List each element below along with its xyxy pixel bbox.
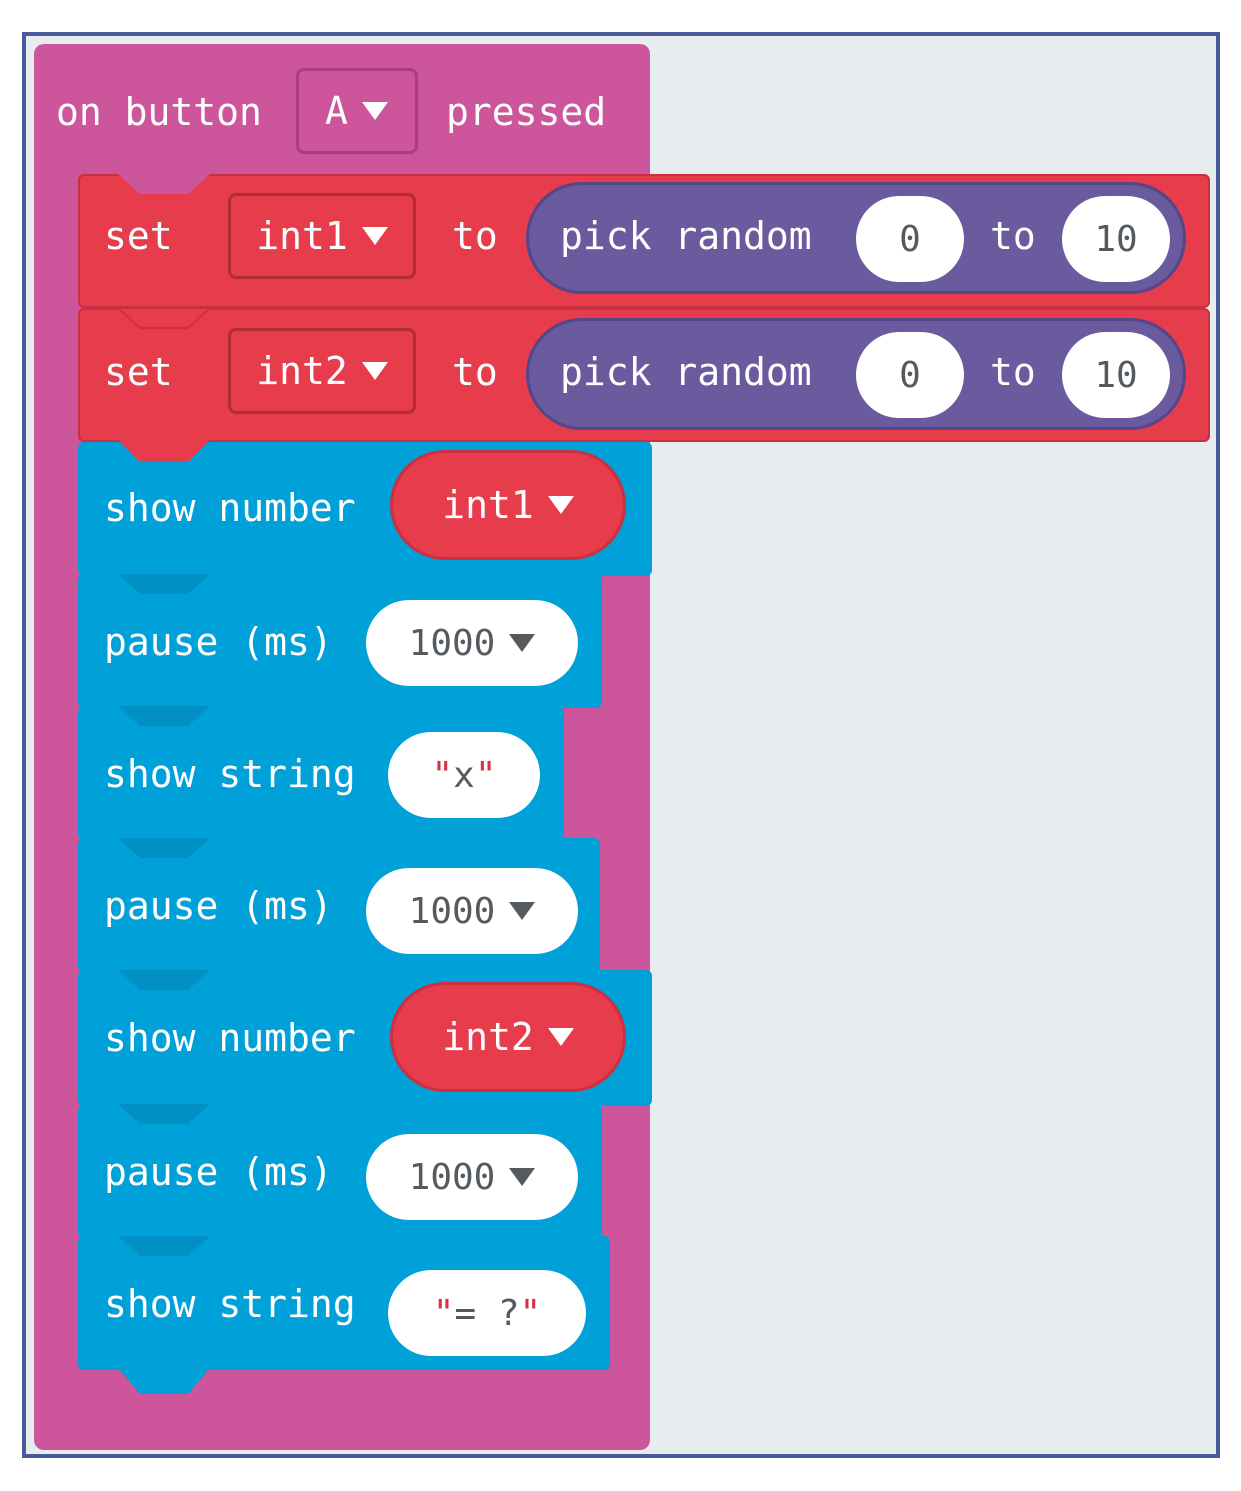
variable-reporter[interactable]: int1 xyxy=(390,450,626,560)
string-field[interactable]: " x " xyxy=(388,732,540,818)
dropdown-icon xyxy=(547,496,574,514)
block-notch xyxy=(118,970,210,990)
block-notch xyxy=(118,174,210,194)
show-string-label: show string xyxy=(104,752,356,796)
variable-dropdown[interactable]: int1 xyxy=(228,193,416,279)
dropdown-icon xyxy=(509,1168,536,1186)
random-max-field[interactable]: 10 xyxy=(1062,196,1170,282)
string-field[interactable]: " = ? " xyxy=(388,1270,586,1356)
block-notch xyxy=(118,308,210,329)
show-number-label: show number xyxy=(104,486,356,530)
to-label: to xyxy=(990,214,1036,258)
variable-dropdown[interactable]: int2 xyxy=(228,328,416,414)
duration-value: 1000 xyxy=(408,890,496,932)
block-notch xyxy=(118,440,210,462)
to-label: to xyxy=(452,350,498,394)
variable-name: int2 xyxy=(442,1015,534,1059)
variable-name: int1 xyxy=(442,483,534,527)
dropdown-icon xyxy=(361,227,388,245)
duration-dropdown[interactable]: 1000 xyxy=(366,868,578,954)
show-number-label: show number xyxy=(104,1016,356,1060)
set-label: set xyxy=(104,350,173,394)
block-notch xyxy=(118,1104,210,1124)
block-notch xyxy=(118,838,210,858)
random-min-field[interactable]: 0 xyxy=(856,196,964,282)
to-label: to xyxy=(452,214,498,258)
random-min-value: 0 xyxy=(899,218,921,260)
random-max-field[interactable]: 10 xyxy=(1062,332,1170,418)
duration-dropdown[interactable]: 1000 xyxy=(366,600,578,686)
block-notch xyxy=(118,706,210,726)
variable-reporter[interactable]: int2 xyxy=(390,982,626,1092)
show-string-label: show string xyxy=(104,1282,356,1326)
quote-icon: " xyxy=(432,1292,455,1334)
to-label: to xyxy=(990,350,1036,394)
set-label: set xyxy=(104,214,173,258)
dropdown-icon xyxy=(361,362,388,380)
random-min-field[interactable]: 0 xyxy=(856,332,964,418)
event-label-on: on button xyxy=(56,90,262,134)
duration-value: 1000 xyxy=(408,622,496,664)
pause-label: pause (ms) xyxy=(104,884,333,928)
event-label-pressed: pressed xyxy=(446,90,607,134)
random-max-value: 10 xyxy=(1094,354,1138,396)
random-max-value: 10 xyxy=(1094,218,1138,260)
button-dropdown[interactable]: A xyxy=(296,68,418,154)
dropdown-icon xyxy=(509,902,536,920)
duration-dropdown[interactable]: 1000 xyxy=(366,1134,578,1220)
block-notch xyxy=(118,1236,210,1256)
button-value: A xyxy=(325,89,348,133)
quote-icon: " xyxy=(519,1292,542,1334)
duration-value: 1000 xyxy=(408,1156,496,1198)
variable-name: int1 xyxy=(256,214,348,258)
quote-icon: " xyxy=(431,754,454,796)
block-notch xyxy=(118,574,210,594)
string-value: = ? xyxy=(454,1292,520,1334)
variable-name: int2 xyxy=(256,349,348,393)
pick-random-label: pick random xyxy=(560,350,812,394)
random-min-value: 0 xyxy=(899,354,921,396)
block-notch xyxy=(118,1368,210,1394)
string-value: x xyxy=(453,754,475,796)
quote-icon: " xyxy=(474,754,497,796)
dropdown-icon xyxy=(361,102,388,120)
dropdown-icon xyxy=(547,1028,574,1046)
pause-label: pause (ms) xyxy=(104,1150,333,1194)
dropdown-icon xyxy=(509,634,536,652)
pause-label: pause (ms) xyxy=(104,620,333,664)
pick-random-label: pick random xyxy=(560,214,812,258)
